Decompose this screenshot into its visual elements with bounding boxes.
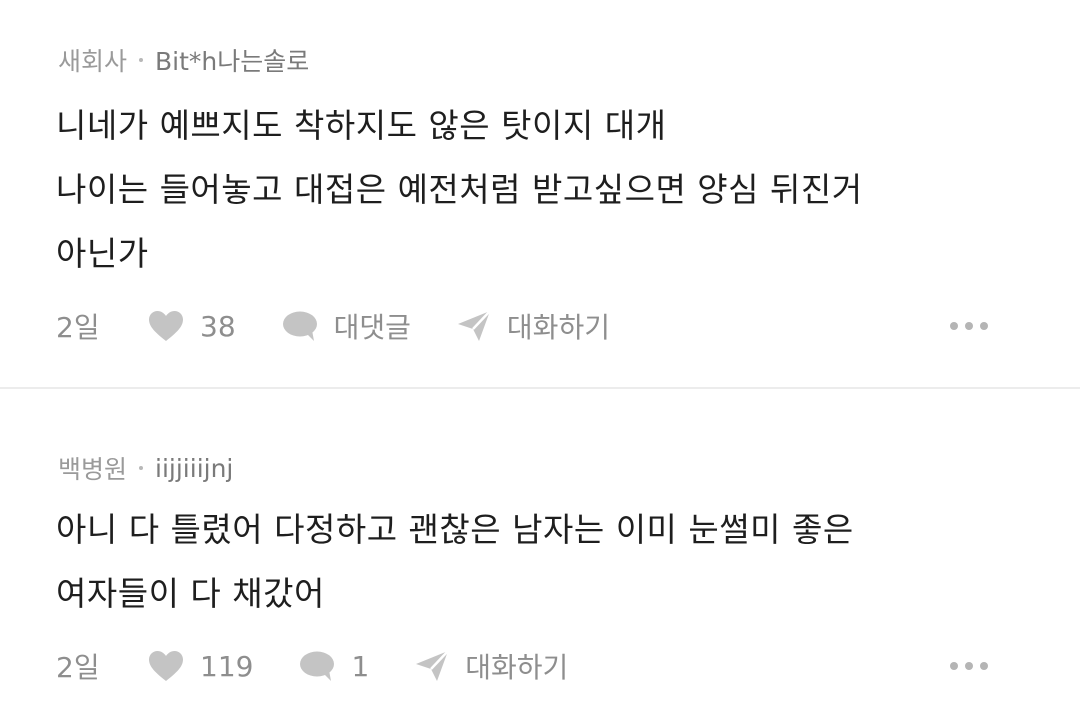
separator-dot <box>139 58 144 62</box>
comment-line: 니네가 예쁘지도 착하지도 않은 탓이지 대개 <box>56 106 667 145</box>
comment-item: 새회사 Bit*h나는솔로 니네가 예쁘지도 착하지도 않은 탓이지 대개 나이… <box>0 0 1080 388</box>
speech-bubble-icon <box>282 311 317 341</box>
like-count: 119 <box>200 649 254 683</box>
speech-bubble-icon <box>300 651 335 681</box>
heart-icon <box>149 651 183 681</box>
chat-button[interactable]: 대화하기 <box>415 646 568 686</box>
comment-line: 아니 다 틀렸어 다정하고 괜찮은 남자는 이미 눈썰미 좋은 <box>56 510 854 549</box>
comment-actions: 2일 119 1 대화하기 <box>56 646 1040 686</box>
reply-button[interactable]: 대댓글 <box>282 306 411 346</box>
more-dots-icon <box>980 662 988 670</box>
more-dots-icon <box>965 662 973 670</box>
comment-actions: 2일 38 대댓글 대화하기 <box>56 306 1040 346</box>
comment-line: 여자들이 다 채갔어 <box>56 574 325 613</box>
author-nickname: Bit*h나는솔로 <box>155 47 310 76</box>
like-button[interactable]: 119 <box>148 650 253 683</box>
separator-dot <box>139 466 144 470</box>
comment-author[interactable]: 새회사 Bit*h나는솔로 <box>58 42 309 78</box>
chat-label: 대화하기 <box>506 311 610 344</box>
comment-line: 나이는 들어놓고 대접은 예전처럼 받고싶으면 양심 뒤진거 <box>56 170 863 209</box>
comment-time: 2일 <box>56 651 100 684</box>
more-dots-icon <box>950 322 958 330</box>
author-nickname: iijjiiijnj <box>155 453 234 483</box>
more-button[interactable] <box>950 322 988 330</box>
like-button[interactable]: 38 <box>148 310 236 343</box>
reply-label: 대댓글 <box>333 311 411 344</box>
more-dots-icon <box>965 322 973 330</box>
author-company: 새회사 <box>58 47 128 76</box>
comment-author[interactable]: 백병원 iijjiiijnj <box>58 450 233 486</box>
paper-plane-icon <box>416 650 450 681</box>
comment-divider <box>0 387 1080 389</box>
like-count: 38 <box>200 309 236 343</box>
comment-time: 2일 <box>56 311 100 344</box>
more-button[interactable] <box>950 662 988 670</box>
chat-button[interactable]: 대화하기 <box>457 306 610 346</box>
more-dots-icon <box>950 662 958 670</box>
comment-body: 아니 다 틀렸어 다정하고 괜찮은 남자는 이미 눈썰미 좋은 여자들이 다 채… <box>56 498 1040 626</box>
author-company: 백병원 <box>58 455 128 484</box>
paper-plane-icon <box>457 310 491 341</box>
reply-count: 1 <box>351 649 370 683</box>
more-dots-icon <box>980 322 988 330</box>
comment-item: 백병원 iijjiiijnj 아니 다 틀렸어 다정하고 괜찮은 남자는 이미 … <box>0 390 1080 721</box>
comment-body: 니네가 예쁘지도 착하지도 않은 탓이지 대개 나이는 들어놓고 대접은 예전처… <box>56 94 1040 286</box>
chat-label: 대화하기 <box>465 651 569 684</box>
comment-line: 아닌가 <box>56 234 149 273</box>
heart-icon <box>149 311 183 341</box>
reply-button[interactable]: 1 <box>299 650 369 683</box>
